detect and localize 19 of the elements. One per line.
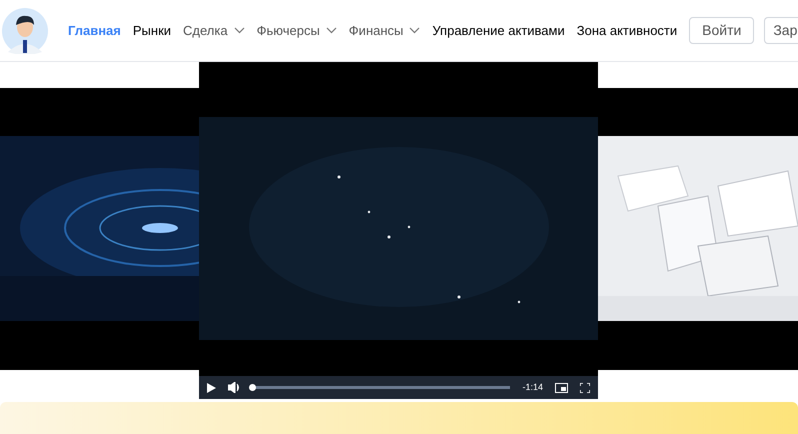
time-remaining: -1:14 [522, 380, 543, 394]
nav-link[interactable]: Главная [68, 20, 121, 40]
nav-dropdown[interactable]: Фьючерсы [256, 20, 337, 40]
avatar [2, 8, 48, 54]
nav-link[interactable]: Управление активами [432, 20, 565, 40]
fullscreen-icon[interactable] [580, 382, 590, 392]
nav-dropdown[interactable]: Сделка [183, 20, 245, 40]
header-button[interactable]: Зар [764, 17, 798, 44]
volume-icon[interactable] [228, 382, 240, 393]
play-icon[interactable] [207, 382, 216, 392]
progress-thumb[interactable] [249, 384, 256, 391]
nav-link[interactable]: Рынки [132, 20, 172, 40]
picture-in-picture-icon[interactable] [555, 382, 568, 392]
chevron-down-icon [326, 27, 337, 34]
chevron-down-icon [409, 27, 420, 34]
header-button[interactable]: Войти [689, 17, 754, 44]
nav-dropdown[interactable]: Финансы [348, 20, 420, 40]
nav-link[interactable]: Зона активности [576, 20, 678, 40]
chevron-down-icon [234, 27, 245, 34]
